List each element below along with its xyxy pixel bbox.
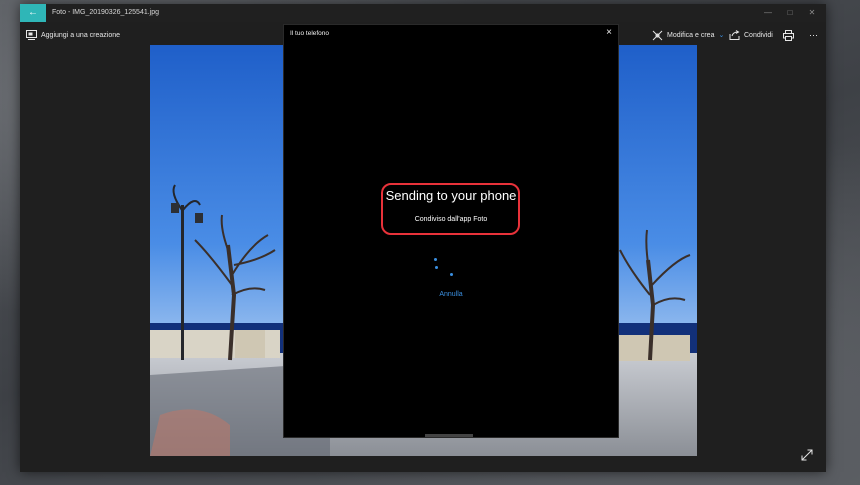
back-button[interactable]: ← bbox=[20, 4, 46, 22]
share-button[interactable]: Condividi bbox=[729, 28, 773, 42]
maximize-button[interactable]: □ bbox=[780, 7, 800, 19]
print-button[interactable] bbox=[783, 28, 794, 42]
back-arrow-icon: ← bbox=[28, 7, 38, 18]
more-options-button[interactable]: ⋯ bbox=[809, 28, 818, 42]
cancel-link[interactable]: Annulla bbox=[284, 291, 618, 298]
status-subtitle: Condiviso dall'app Foto bbox=[414, 216, 488, 223]
edit-wand-icon bbox=[652, 30, 663, 40]
status-title: Sending to your phone bbox=[385, 188, 517, 203]
close-window-button[interactable]: ✕ bbox=[802, 7, 822, 19]
dialog-close-icon[interactable]: × bbox=[606, 27, 612, 38]
share-label: Condividi bbox=[744, 31, 773, 39]
title-bar: ← Foto - IMG_20190326_125541.jpg — □ ✕ bbox=[20, 4, 826, 22]
dialog-resize-handle bbox=[425, 434, 473, 437]
window-title: Foto - IMG_20190326_125541.jpg bbox=[52, 9, 160, 16]
your-phone-dialog: Il tuo telefono × Sending to your phone … bbox=[283, 24, 619, 438]
more-options-icon: ⋯ bbox=[809, 29, 818, 40]
fullscreen-expand-icon[interactable] bbox=[801, 448, 813, 466]
printer-icon bbox=[783, 29, 794, 41]
edit-create-menu[interactable]: Modifica e crea ⌄ bbox=[652, 28, 724, 42]
minimize-button[interactable]: — bbox=[758, 7, 778, 19]
edit-create-label: Modifica e crea bbox=[667, 31, 715, 39]
creation-icon bbox=[26, 30, 37, 40]
add-to-creation-button[interactable]: Aggiungi a una creazione bbox=[26, 28, 120, 42]
loading-spinner-icon bbox=[432, 256, 462, 278]
dialog-title: Il tuo telefono bbox=[290, 30, 330, 37]
chevron-down-icon: ⌄ bbox=[718, 32, 725, 39]
add-to-creation-label: Aggiungi a una creazione bbox=[41, 31, 121, 39]
share-icon bbox=[729, 30, 740, 40]
